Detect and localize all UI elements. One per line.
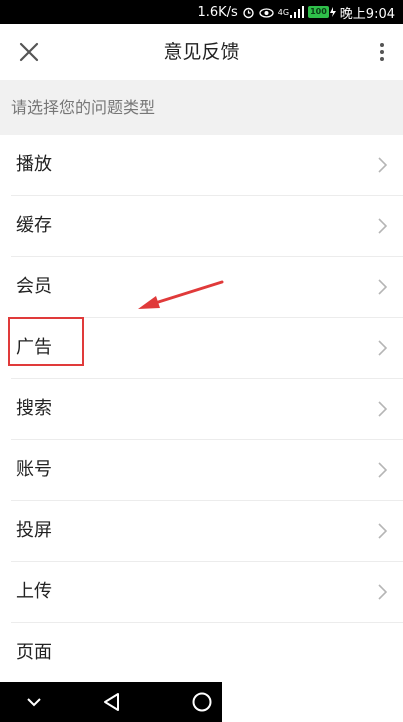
annotation-arrow-icon	[138, 280, 224, 309]
chevron-right-icon	[378, 279, 387, 295]
signal-icon: 4G	[277, 6, 305, 18]
list-item-label: 账号	[16, 459, 52, 480]
list-item-label: 搜索	[16, 398, 52, 419]
list-item-cast[interactable]: 投屏	[11, 501, 403, 562]
more-vert-icon[interactable]	[376, 40, 388, 64]
chevron-right-icon	[378, 523, 387, 539]
section-prompt: 请选择您的问题类型	[0, 80, 403, 135]
chevron-right-icon	[378, 340, 387, 356]
list-item-label: 页面	[16, 642, 52, 663]
battery-level: 100	[308, 6, 329, 18]
home-circle-icon[interactable]	[190, 690, 214, 714]
network-speed: 1.6K/s	[197, 4, 238, 20]
page-title: 意见反馈	[163, 41, 240, 63]
battery-icon: 100	[308, 6, 336, 18]
chevron-right-icon	[378, 462, 387, 478]
list-item-label: 播放	[16, 154, 52, 175]
list-item-account[interactable]: 账号	[11, 440, 403, 501]
list-item-upload[interactable]: 上传	[11, 562, 403, 623]
highlight-box	[8, 317, 84, 366]
alarm-icon	[242, 6, 255, 19]
chevron-right-icon	[378, 157, 387, 173]
list-item-label: 缓存	[16, 215, 52, 236]
app-bar: 意见反馈	[0, 24, 403, 80]
signal-label: 4G	[277, 7, 290, 17]
list-item-page[interactable]: 页面	[11, 623, 403, 684]
chevron-right-icon	[378, 584, 387, 600]
list-item-label: 上传	[16, 581, 52, 602]
chevron-right-icon	[378, 401, 387, 417]
eye-icon	[259, 6, 274, 19]
list-item-label: 会员	[16, 276, 52, 297]
close-icon[interactable]	[15, 38, 43, 66]
issue-type-list: 播放 缓存 会员 广告 搜索 账号 投屏 上传 页面	[0, 135, 403, 684]
list-item-label: 投屏	[16, 520, 52, 541]
list-item-search[interactable]: 搜索	[11, 379, 403, 440]
system-nav-bar	[0, 682, 222, 722]
status-bar: 1.6K/s 4G 100 晚上9:04	[0, 0, 403, 24]
list-item-cache[interactable]: 缓存	[11, 196, 403, 257]
chevron-right-icon	[378, 218, 387, 234]
chevron-down-icon[interactable]	[22, 690, 46, 714]
list-item-playback[interactable]: 播放	[11, 135, 403, 196]
back-triangle-icon[interactable]	[100, 690, 124, 714]
clock: 晚上9:04	[339, 6, 395, 22]
